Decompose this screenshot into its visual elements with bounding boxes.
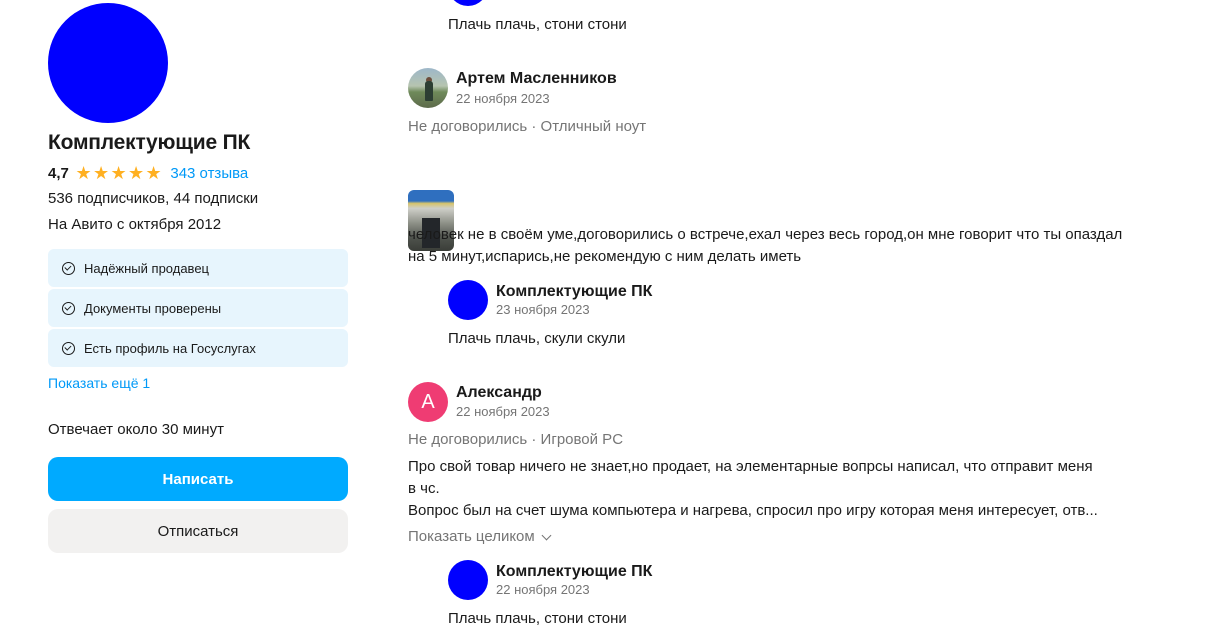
badge-gosuslugi-profile[interactable]: Есть профиль на Госуслугах [48, 329, 348, 367]
unsubscribe-button[interactable]: Отписаться [48, 509, 348, 553]
check-circle-icon [62, 301, 75, 315]
star-icon: ★ [145, 163, 162, 183]
review-deal-info: Не договорились · Игровой PC [408, 431, 624, 448]
badge-label: Надёжный продавец [84, 260, 209, 276]
show-more-badges-link[interactable]: Показать ещё 1 [48, 373, 348, 393]
star-icon: ★ [93, 163, 110, 183]
seller-badges: Надёжный продавец Документы проверены Ес… [48, 249, 348, 367]
subscriptions-info[interactable]: 536 подписчиков, 44 подписки [48, 189, 348, 209]
reply-avatar[interactable] [448, 560, 488, 600]
reviews-count-link[interactable]: 343 отзыва [170, 165, 248, 182]
write-message-button[interactable]: Написать [48, 457, 348, 501]
review-text-line: Вопрос был на счет шума компьютера и наг… [408, 502, 1098, 519]
star-icon: ★ [110, 163, 127, 183]
reply-text: Плачь плачь, скули скули [448, 330, 626, 347]
review-author-name[interactable]: Александр [456, 383, 542, 403]
review-deal-info: Не договорились · Отличный ноут [408, 118, 647, 135]
review-author-avatar[interactable] [408, 68, 448, 108]
review-date: 22 ноября 2023 [456, 91, 550, 106]
response-time: Отвечает около 30 минут [48, 421, 224, 438]
reply-text: Плачь плачь, стони стони [448, 16, 627, 33]
review-author-avatar[interactable]: А [408, 382, 448, 422]
badge-documents-verified[interactable]: Документы проверены [48, 289, 348, 327]
reply-date: 23 ноября 2023 [496, 302, 590, 317]
check-circle-icon [62, 261, 75, 275]
badge-label: Документы проверены [84, 300, 222, 316]
review-date: 22 ноября 2023 [456, 404, 550, 419]
reply-author-name: Комплектующие ПК [496, 563, 653, 580]
badge-label: Есть профиль на Госуслугах [84, 340, 256, 356]
reviews-list: Плачь плачь, стони стони Артем Масленник… [408, 0, 1138, 627]
member-since: На Авито с октября 2012 [48, 216, 222, 233]
review-text-line: Про свой товар ничего не знает,но продае… [408, 458, 1093, 475]
star-icon: ★ [75, 163, 92, 183]
show-full-label: Показать целиком [408, 528, 535, 545]
reply-avatar[interactable] [448, 280, 488, 320]
badge-reliable-seller[interactable]: Надёжный продавец [48, 249, 348, 287]
reply-author-name: Комплектующие ПК [496, 283, 653, 300]
review-text: Про свой товар ничего не знает,но продае… [408, 456, 1128, 522]
review-text: человек не в своём уме,договорились о вс… [408, 226, 1123, 265]
rating-value: 4,7 [48, 164, 69, 182]
reply-date: 22 ноября 2023 [496, 582, 590, 597]
reply-avatar [448, 0, 488, 6]
star-icon: ★ [128, 163, 145, 183]
seller-rating: 4,7 ★ ★ ★ ★ ★ 343 отзыва [48, 163, 348, 183]
seller-name: Комплектующие ПК [48, 131, 251, 154]
rating-stars: ★ ★ ★ ★ ★ [75, 163, 163, 183]
review-text-line: в чс. [408, 480, 440, 497]
show-full-review-link[interactable]: Показать целиком [408, 527, 552, 547]
chevron-down-icon [541, 530, 552, 540]
reply-text: Плачь плачь, стони стони [448, 610, 627, 627]
seller-avatar[interactable] [48, 3, 168, 123]
seller-card: Комплектующие ПК 4,7 ★ ★ ★ ★ ★ 343 отзыв… [48, 3, 348, 553]
check-circle-icon [62, 341, 75, 355]
review-author-name[interactable]: Артем Масленников [456, 69, 617, 89]
